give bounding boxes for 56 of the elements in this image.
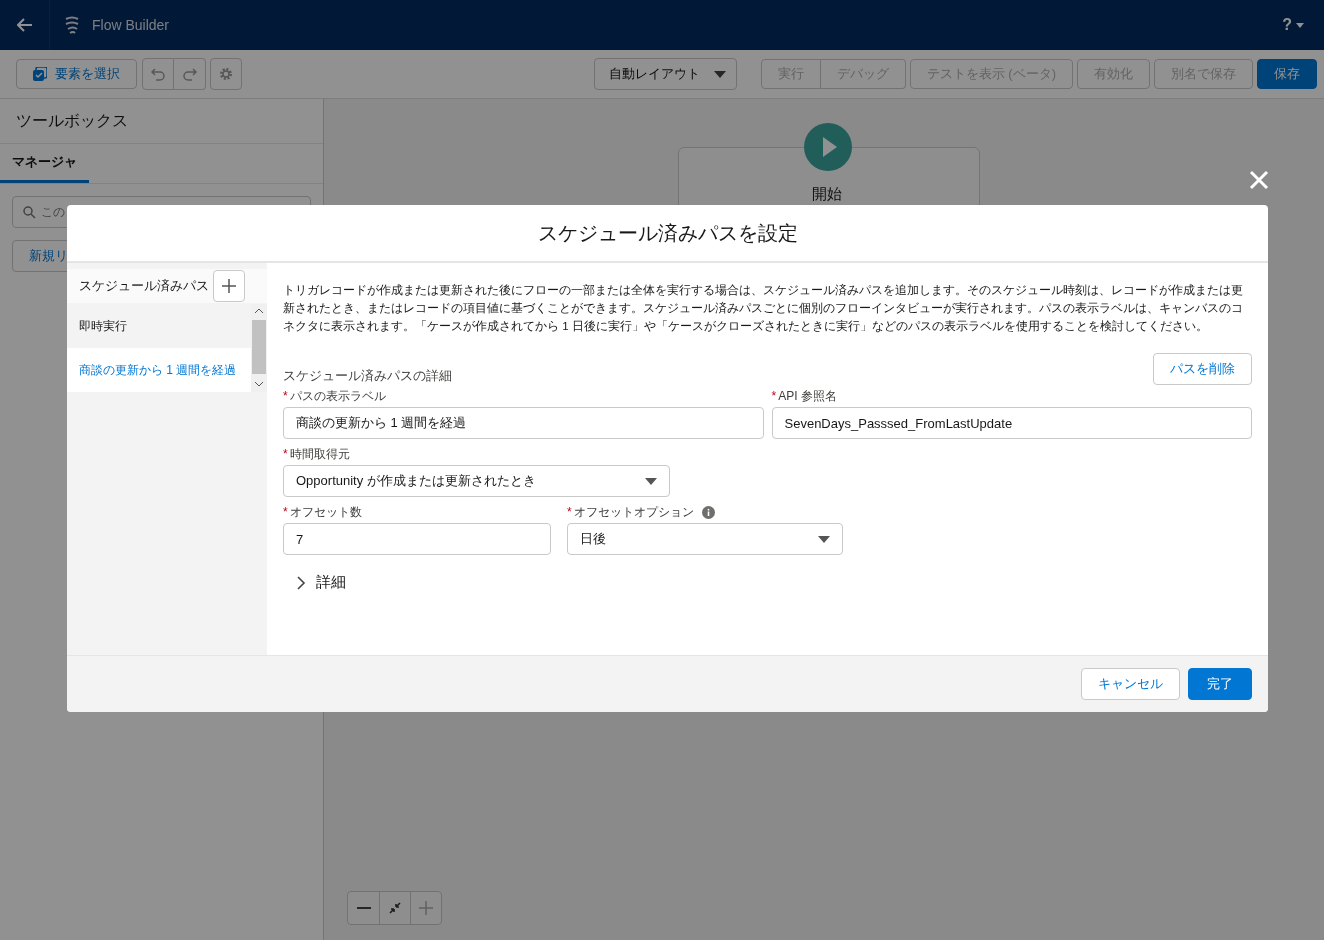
scroll-up-icon (255, 308, 263, 313)
settings-button[interactable] (210, 58, 242, 90)
delete-path-button[interactable]: パスを削除 (1153, 353, 1252, 385)
plus-icon (419, 901, 433, 915)
start-node-label: 開始 (812, 185, 842, 204)
input-field[interactable]: 商談の更新から 1 週間を経過 (283, 407, 764, 439)
dropdown-caret-icon (645, 477, 657, 485)
add-path-button[interactable] (213, 270, 245, 302)
select-elements-button[interactable]: 要素を選択 (16, 59, 137, 89)
close-icon (1247, 168, 1271, 192)
plus-icon (222, 279, 236, 293)
toolbar-button[interactable]: 保存 (1257, 59, 1317, 89)
dropdown-caret-icon (818, 535, 830, 543)
required-mark: * (771, 389, 777, 403)
select-icon (33, 67, 47, 81)
help-menu[interactable]: ? (1276, 15, 1310, 35)
input-field[interactable]: 7 (283, 523, 551, 555)
redo-icon (182, 67, 197, 81)
dropdown-field[interactable]: Opportunity が作成または更新されたとき (283, 465, 670, 497)
search-icon (23, 205, 36, 219)
toolbox-tab[interactable]: マネージャ (0, 144, 89, 183)
undo-icon (151, 67, 165, 81)
scroll-down-icon (255, 382, 263, 387)
input-field[interactable]: SevenDays_Passsed_FromLastUpdate (771, 407, 1252, 439)
app-title: Flow Builder (92, 17, 170, 33)
shrink-icon (389, 902, 401, 914)
flow-logo-icon (64, 16, 80, 34)
close-button[interactable] (1247, 168, 1271, 192)
field-label: パスの表示ラベル (289, 387, 386, 405)
play-icon (804, 123, 852, 171)
settings-icon (219, 67, 233, 81)
required-mark: * (283, 447, 288, 461)
description-text: トリガレコードが作成または更新された後にフローの一部または全体を実行する場合は、スケジュール済みパスを追加します。そのスケジュール時刻は、レコードが作成または更新されたとき、またはレコードの項目値に基づくことができます。スケジュール済みパスごとに個別のフローインタビューが実行されます。パスの表示ラベルは、キャンバスのコネクタに表示されます。「ケースが作成されてから 1 日後に実行」や「ケースがクローズされたときに実行」などのパスの表示ラベルを使用することを検討してください。 (283, 283, 1244, 335)
toolbox-title: ツールボックス (0, 99, 323, 144)
path-item[interactable]: 商談の更新から 1 週間を経過 (67, 348, 251, 392)
required-mark: * (567, 505, 572, 519)
field-label: オフセットオプション (573, 503, 694, 521)
required-mark: * (283, 505, 288, 519)
required-mark: * (283, 389, 288, 403)
paths-header: スケジュール済みパス (79, 277, 209, 295)
dropdown-caret-icon (713, 70, 726, 78)
section-title: スケジュール済みパスの詳細 (283, 367, 452, 385)
redo-button[interactable] (174, 58, 206, 90)
caret-icon (1296, 22, 1304, 28)
advanced-toggle[interactable]: 詳細 (283, 567, 360, 598)
back-arrow-icon (16, 18, 33, 32)
layout-dropdown[interactable]: 自動レイアウト (593, 58, 737, 90)
field-label: API 参照名 (778, 387, 837, 405)
cancel-button[interactable]: キャンセル (1081, 668, 1180, 700)
chevron-right-icon (297, 575, 306, 590)
field-label: オフセット数 (289, 503, 362, 521)
done-button[interactable]: 完了 (1188, 668, 1252, 700)
undo-button[interactable] (142, 58, 174, 90)
minus-icon (356, 907, 371, 909)
dropdown-field[interactable]: 日後 (567, 523, 843, 555)
field-label: 時間取得元 (289, 445, 350, 463)
